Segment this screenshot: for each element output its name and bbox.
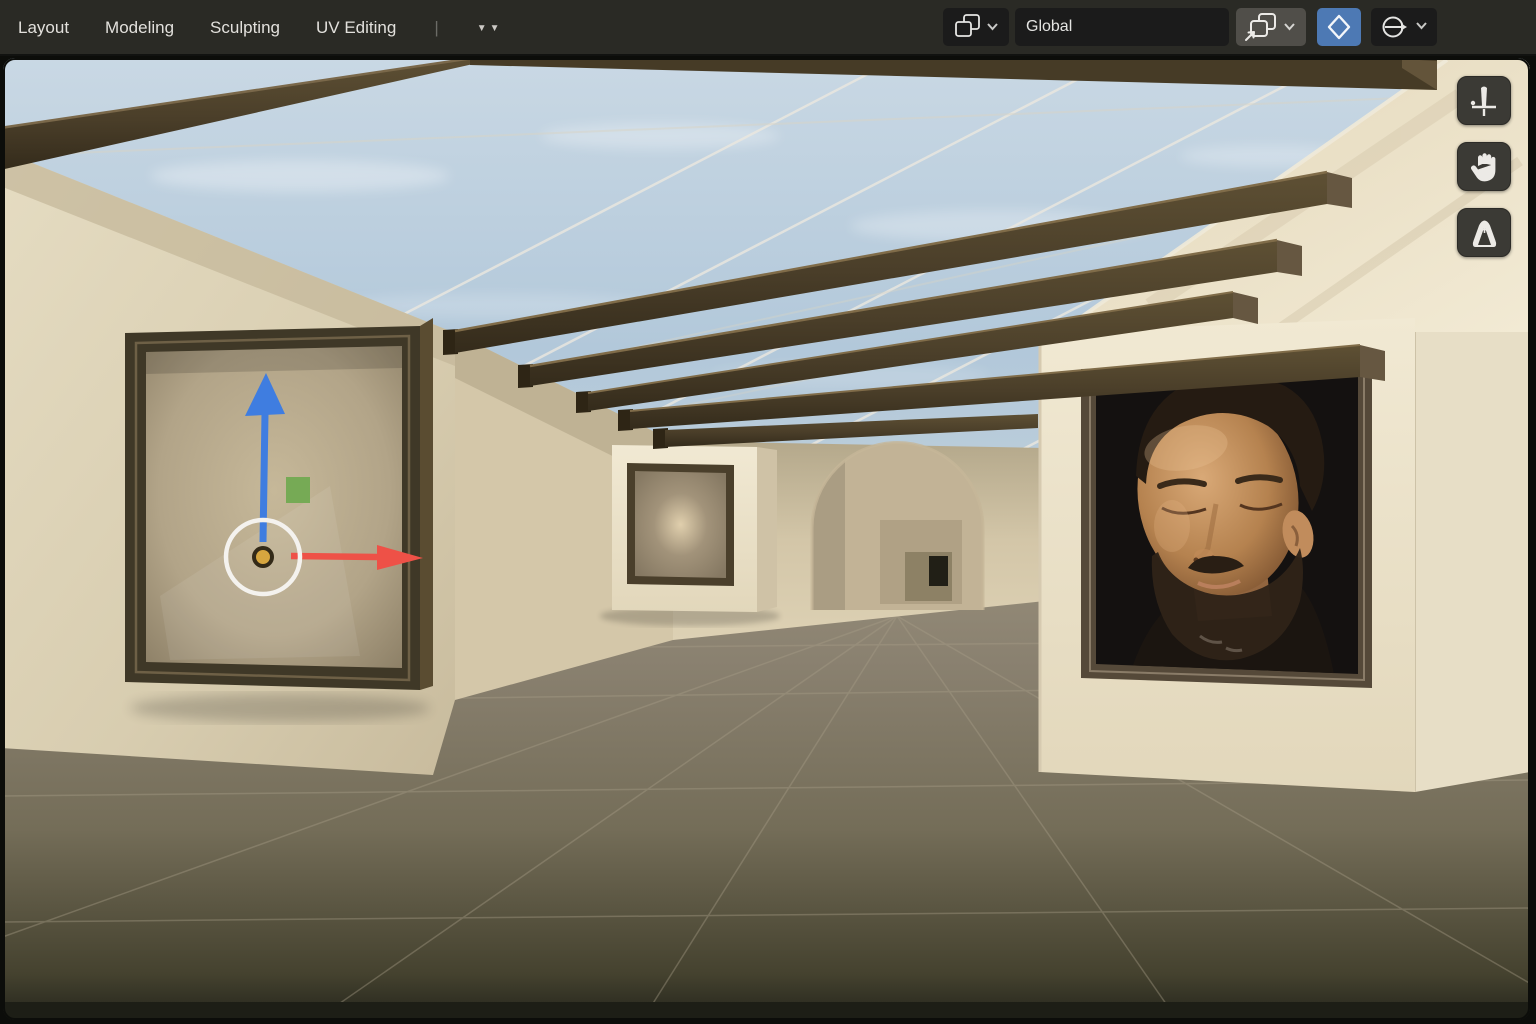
- workspace-tabs: Layout Modeling Sculpting UV Editing | ▼…: [18, 0, 503, 56]
- transform-orientation-value: Global: [1026, 18, 1072, 36]
- overlapping-squares-icon: [946, 10, 1006, 44]
- chevron-down-icon: [1285, 24, 1294, 29]
- camera-icon: [1465, 214, 1503, 252]
- gizmo-origin-dot[interactable]: [254, 548, 272, 566]
- chevron-down-icon: [988, 24, 997, 29]
- proportional-editing-toggle[interactable]: [1317, 8, 1361, 46]
- chevron-down-icon: [1417, 23, 1426, 28]
- 3d-viewport[interactable]: [0, 56, 1536, 1024]
- tab-separator: |: [434, 18, 438, 38]
- tab-uv-editing[interactable]: UV Editing: [316, 18, 396, 38]
- hand-icon: [1465, 148, 1503, 186]
- corridor-far-door: [929, 556, 948, 586]
- probe-icon: [1465, 82, 1503, 120]
- pivot-point-dropdown[interactable]: [943, 8, 1009, 46]
- probe-button[interactable]: [1457, 76, 1511, 125]
- gallery-render: [0, 56, 1536, 1024]
- diamond-icon: [1322, 10, 1356, 44]
- left-painting[interactable]: [125, 318, 433, 690]
- overlapping-squares-arrow-icon: [1239, 9, 1303, 45]
- pan-button[interactable]: [1457, 142, 1511, 191]
- camera-view-button[interactable]: [1457, 208, 1511, 257]
- circle-arrow-icon: [1374, 9, 1434, 45]
- block-painting[interactable]: [627, 463, 734, 586]
- tab-sculpting[interactable]: Sculpting: [210, 18, 280, 38]
- gizmo-plane-handle[interactable]: [286, 477, 310, 503]
- tab-layout[interactable]: Layout: [18, 18, 69, 38]
- tab-overflow-arrows[interactable]: ▼▼: [477, 23, 503, 34]
- snap-dropdown[interactable]: [1236, 8, 1306, 46]
- transform-orientation-dropdown[interactable]: Global: [1015, 8, 1229, 46]
- topbar: Layout Modeling Sculpting UV Editing | ▼…: [0, 0, 1536, 56]
- tab-modeling[interactable]: Modeling: [105, 18, 174, 38]
- display-block: [600, 445, 780, 626]
- portrait-painting[interactable]: [1081, 362, 1372, 688]
- portrait-face: [1123, 375, 1334, 674]
- falloff-dropdown[interactable]: [1371, 8, 1437, 46]
